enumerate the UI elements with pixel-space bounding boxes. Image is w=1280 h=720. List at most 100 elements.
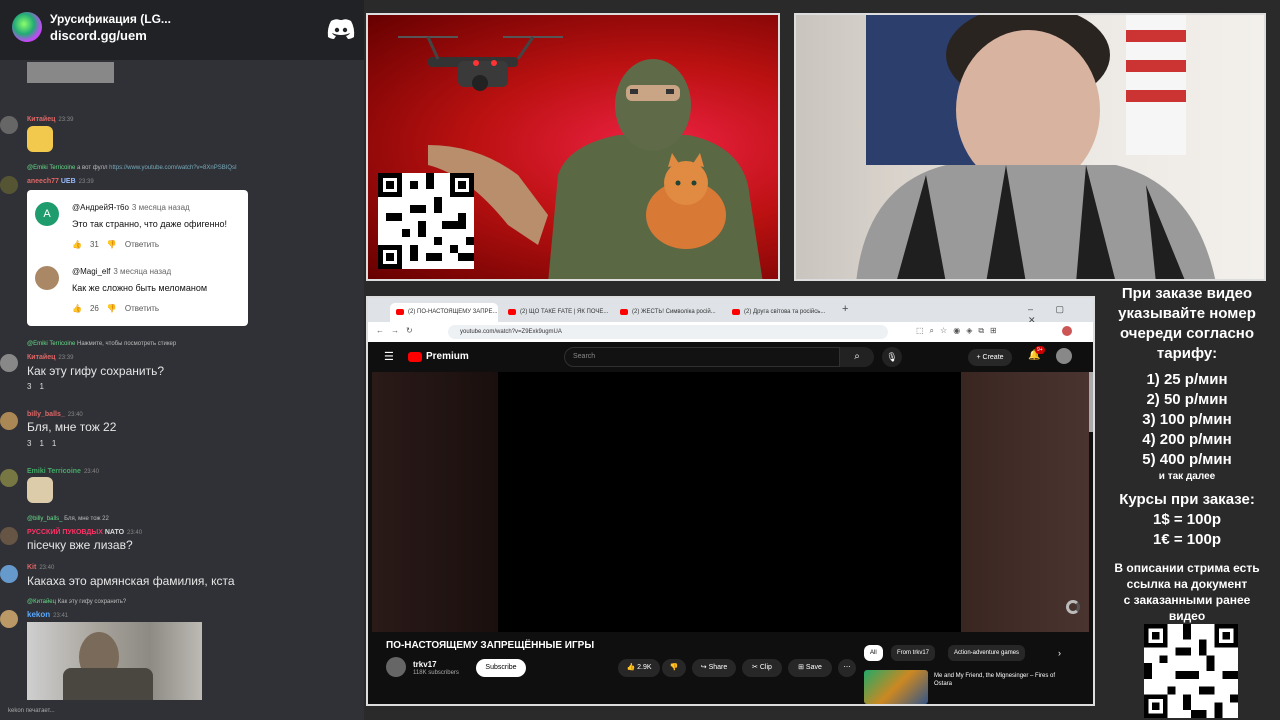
search-button[interactable]: ⌕ [840,347,874,367]
menu-icon[interactable]: ☰ [384,350,394,363]
message-username[interactable]: Emiki Terricoine 23:40 [27,468,99,475]
sticker[interactable] [27,477,53,503]
avatar[interactable] [0,354,18,372]
youtube-favicon-icon [620,309,628,315]
channel-name[interactable]: trkv17 [413,660,437,669]
channel-avatar[interactable] [386,657,406,677]
more-button[interactable]: ⋯ [838,659,856,677]
save-button[interactable]: ⊞ Save [788,659,832,677]
message-username[interactable]: Kit 23:40 [27,564,54,571]
reactions[interactable]: 31 [27,382,52,391]
account-avatar[interactable] [1056,348,1072,364]
reply-preview[interactable]: @Китайец Как эту гифу сохранить? [27,599,126,605]
subscribe-button[interactable]: Subscribe [476,659,526,677]
youtube-favicon-icon [396,309,404,315]
search-input[interactable]: Search [564,347,840,367]
description-line: с заказанными ранее [1123,593,1251,607]
server-name: Урусификация (LG... [50,12,171,26]
discord-chat-overlay: Урусификация (LG... discord.gg/uem Китай… [0,0,364,720]
info-line: указывайте номер [1118,305,1256,322]
message-text: пісечку вже лизав? [27,538,133,552]
comment-text: Как же сложно быть меломаном [72,283,208,293]
clip-button[interactable]: ✂ Clip [742,659,782,677]
scrollbar[interactable] [1089,372,1093,432]
image-attachment[interactable] [27,62,114,83]
browser-tab[interactable]: (2) ПО-НАСТОЯЩЕМУ ЗАПРЕ... [390,303,498,322]
tab-bar: (2) ПО-НАСТОЯЩЕМУ ЗАПРЕ... (2) ЩО ТАКЕ F… [368,298,1093,325]
course-line: 1€ = 100р [1153,531,1221,548]
reply-preview[interactable]: @Emiki Terricoine Нажмите, чтобы посмотр… [27,341,176,347]
avatar[interactable] [0,610,18,628]
courses-title: Курсы при заказе: [1119,491,1255,508]
message-username[interactable]: Китайец 23:39 [27,354,73,361]
more-icon: ⋯ [843,664,851,671]
url-field[interactable]: youtube.com/watch?v=Z9Exk9ugmUA [448,325,888,339]
browser-tab[interactable]: (2) Другa світова та російсь... [726,303,834,322]
channel-subscribers: 118K subscribers [413,670,459,676]
reactions[interactable]: 311 [27,439,64,448]
tariff-line: 4) 200 р/мин [1142,431,1232,448]
address-bar: ←→↻ youtube.com/watch?v=Z9Exk9ugmUA ⬚⌕☆◉… [368,322,1093,342]
avatar[interactable] [0,116,18,134]
chip-action-adventure[interactable]: Action-adventure games [948,645,1026,661]
comment-avatar [35,266,59,290]
browser-tab[interactable]: (2) ЩО ТАКЕ FATE | ЯК ПОЧЕ... [502,303,610,322]
qr-code[interactable] [1144,624,1238,718]
dislike-button[interactable]: 👎 [662,659,686,677]
message-text: Как эту гифу сохранить? [27,364,164,378]
save-icon: ⊞ [798,664,804,671]
sticker[interactable] [27,126,53,152]
youtube-premium-label[interactable]: Premium [426,351,469,362]
description-line: видео [1168,609,1206,623]
create-button[interactable]: + Create [968,349,1012,366]
notifications-button[interactable]: 🔔 9+ [1028,346,1045,361]
chevron-right-icon[interactable]: › [1058,648,1061,658]
like-icon: 👍 [72,240,82,249]
like-icon: 👍 [72,304,82,313]
share-button[interactable]: ↪ Share [692,659,736,677]
comment-actions: 👍 31 👎 Ответить [72,240,160,249]
message-username[interactable]: aneech77 UEB 23:39 [27,178,94,185]
avatar[interactable] [0,527,18,545]
like-button[interactable]: 👍 2.9K [618,659,660,677]
server-invite-link[interactable]: discord.gg/uem [50,28,147,43]
typing-indicator: kekon печатает... [8,708,55,714]
youtube-favicon-icon [508,309,516,315]
recommended-title[interactable]: Me and My Friend, the Mignesinger – Fire… [934,672,1059,688]
player-side-left [372,372,498,632]
recommended-thumbnail[interactable] [864,670,928,704]
comment-author: @АндрейЯ-т6о 3 месяца назад [72,203,190,212]
chip-from-channel[interactable]: From trkv17 [891,645,936,661]
dislike-icon: 👎 [106,304,117,313]
avatar[interactable] [0,469,18,487]
chat-header: Урусификация (LG... discord.gg/uem [0,0,364,60]
course-line: 1$ = 100р [1153,511,1221,528]
new-tab-button[interactable]: + [842,303,848,315]
browser-tab[interactable]: (2) ЖЕСТЬ! Символіка росій... [614,303,722,322]
qr-code[interactable] [378,173,474,269]
message-username[interactable]: РУССКИЙ ПУКОВДЫХ NATO 23:40 [27,529,142,536]
profile-avatar[interactable] [1062,326,1072,336]
video-attachment[interactable] [27,622,202,700]
avatar[interactable] [0,176,18,194]
description-line: ссылка на документ [1126,577,1248,591]
mic-button[interactable]: 🎙 [882,347,902,367]
reply-preview[interactable]: @Emiki Terricoine а вот фулл https://www… [27,165,237,171]
message-text: Какаха это армянская фамилия, кста [27,574,235,588]
extension-icons[interactable]: ⬚⌕☆◉◈⧉⊞ [916,326,1003,336]
avatar[interactable] [0,412,18,430]
nav-buttons[interactable]: ←→↻ [376,326,420,335]
chip-all[interactable]: All [864,645,883,661]
info-line: очереди согласно [1119,325,1255,342]
youtube-logo-icon[interactable] [408,352,422,362]
description-line: В описании стрима есть [1114,561,1260,575]
avatar[interactable] [0,565,18,583]
message-username[interactable]: billy_balls_ 23:40 [27,411,83,418]
tariff-line: 3) 100 р/мин [1142,411,1232,428]
tariff-line: 5) 400 р/мин [1142,451,1232,468]
reply-preview[interactable]: @billy_balls_ Бля, мне тож 22 [27,516,109,522]
message-username[interactable]: kekon 23:41 [27,610,68,619]
message-username[interactable]: Китайец 23:39 [27,116,73,123]
browser-window: (2) ПО-НАСТОЯЩЕМУ ЗАПРЕ... (2) ЩО ТАКЕ F… [366,296,1095,706]
video-player[interactable] [372,372,1089,632]
